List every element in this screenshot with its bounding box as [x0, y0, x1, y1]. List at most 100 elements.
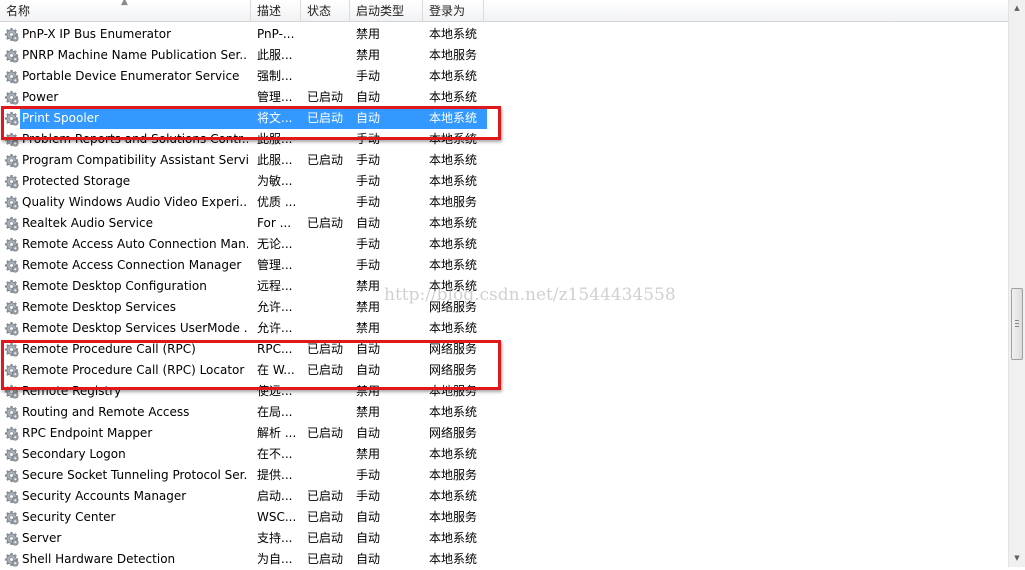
service-name: Remote Procedure Call (RPC): [22, 342, 196, 356]
vertical-scrollbar[interactable]: ▲ ▼: [1008, 0, 1025, 567]
service-row[interactable]: PNRP Machine Name Publication Ser... 此服..…: [0, 45, 1008, 66]
service-startup-type: 自动: [356, 510, 381, 524]
service-description: 优质 ...: [257, 195, 297, 209]
service-row[interactable]: Remote Access Auto Connection Man... 无论..…: [0, 234, 1008, 255]
service-row[interactable]: Portable Device Enumerator Service 强制... 手…: [0, 66, 1008, 87]
service-description: For ...: [257, 216, 292, 230]
gear-icon: [4, 27, 19, 42]
service-logon-as: 本地系统: [429, 405, 478, 419]
service-name: Remote Desktop Services: [22, 300, 177, 314]
column-header-logon-as[interactable]: 登录为: [423, 0, 484, 21]
service-description: 支持...: [257, 531, 293, 545]
service-logon-as: 网络服务: [429, 342, 478, 356]
service-startup-type: 禁用: [356, 27, 381, 41]
service-status: [307, 24, 353, 45]
service-description: 为敏...: [257, 174, 293, 188]
gear-icon: [4, 132, 19, 147]
watermark: http://blog.csdn.net/z1544434558: [384, 285, 676, 305]
service-row[interactable]: Remote Desktop Services UserMode ... 允许..…: [0, 318, 1008, 339]
service-row[interactable]: Remote Access Connection Manager 管理... 手动 本…: [0, 255, 1008, 276]
service-row[interactable]: Print Spooler 将文... 已启动 自动 本地系统: [0, 108, 1008, 129]
service-row[interactable]: Secure Socket Tunneling Protocol Ser... 提…: [0, 465, 1008, 486]
column-header-name[interactable]: 名称 ▲: [0, 0, 251, 21]
gear-icon: [4, 300, 19, 315]
service-description: 在不...: [257, 447, 293, 461]
service-name: Security Center: [22, 510, 116, 524]
service-description: 解析 ...: [257, 426, 297, 440]
service-row[interactable]: Server 支持... 已启动 自动 本地系统: [0, 528, 1008, 549]
gear-icon: [4, 489, 19, 504]
service-description: 远程...: [257, 279, 293, 293]
service-description: 在局...: [257, 405, 293, 419]
service-row[interactable]: Remote Procedure Call (RPC) RPC... 已启动 自动 网络…: [0, 339, 1008, 360]
service-status: 已启动: [307, 363, 344, 377]
service-logon-as: 本地系统: [429, 258, 478, 272]
service-logon-as: 本地系统: [429, 216, 478, 230]
service-row[interactable]: Routing and Remote Access 在局... 禁用 本地系统: [0, 402, 1008, 423]
service-row[interactable]: PnP-X IP Bus Enumerator PnP-... 禁用 本地系统: [0, 24, 1008, 45]
service-description: PnP-...: [257, 27, 295, 41]
service-name: Problem Reports and Solutions Contr...: [22, 132, 248, 146]
service-row[interactable]: Protected Storage 为敏... 手动 本地系统: [0, 171, 1008, 192]
gear-icon: [4, 111, 19, 126]
service-logon-as: 本地系统: [429, 531, 478, 545]
service-name: Realtek Audio Service: [22, 216, 153, 230]
service-startup-type: 手动: [356, 258, 381, 272]
service-row[interactable]: Program Compatibility Assistant Servi...…: [0, 150, 1008, 171]
gear-icon: [4, 237, 19, 252]
scrollbar-thumb[interactable]: [1011, 288, 1023, 360]
service-name: Power: [22, 90, 59, 104]
service-status: 已启动: [307, 489, 344, 503]
service-status: [307, 66, 353, 87]
service-row[interactable]: Realtek Audio Service For ... 已启动 自动 本地系统: [0, 213, 1008, 234]
service-logon-as: 本地服务: [429, 468, 478, 482]
service-startup-type: 手动: [356, 237, 381, 251]
service-logon-as: 本地系统: [429, 90, 478, 104]
service-description: WSC...: [257, 510, 297, 524]
service-description: 在 W...: [257, 363, 295, 377]
service-description: 此服...: [257, 132, 293, 146]
service-name: Print Spooler: [22, 111, 99, 125]
gear-icon: [4, 90, 19, 105]
service-row[interactable]: Problem Reports and Solutions Contr... 此服…: [0, 129, 1008, 150]
service-status: [307, 192, 353, 213]
service-status: 已启动: [307, 216, 344, 230]
service-row[interactable]: RPC Endpoint Mapper 解析 ... 已启动 自动 网络服务: [0, 423, 1008, 444]
service-description: 将文...: [257, 111, 293, 125]
scroll-down-arrow-icon[interactable]: ▼: [1009, 550, 1025, 567]
service-row[interactable]: Security Accounts Manager 启动... 已启动 手动 本地系统: [0, 486, 1008, 507]
gear-icon: [4, 258, 19, 273]
service-name: Program Compatibility Assistant Servi...: [22, 153, 248, 167]
column-header-status[interactable]: 状态: [301, 0, 350, 21]
service-description: 无论...: [257, 237, 293, 251]
service-logon-as: 本地系统: [429, 447, 478, 461]
gear-icon: [4, 447, 19, 462]
service-row[interactable]: Quality Windows Audio Video Experi... 优质 …: [0, 192, 1008, 213]
gear-icon: [4, 405, 19, 420]
service-startup-type: 自动: [356, 531, 381, 545]
service-row[interactable]: Security Center WSC... 已启动 自动 本地服务: [0, 507, 1008, 528]
service-logon-as: 本地系统: [429, 174, 478, 188]
service-row[interactable]: Remote Registry 使远... 禁用 本地服务: [0, 381, 1008, 402]
gear-icon: [4, 552, 19, 567]
service-status: 已启动: [307, 510, 344, 524]
service-name: Remote Access Auto Connection Man...: [22, 237, 248, 251]
service-startup-type: 自动: [356, 342, 381, 356]
column-header-startup-type[interactable]: 启动类型: [350, 0, 423, 21]
service-status: 已启动: [307, 531, 344, 545]
service-startup-type: 手动: [356, 468, 381, 482]
service-description: 允许...: [257, 321, 293, 335]
service-name: Protected Storage: [22, 174, 131, 188]
service-row[interactable]: Remote Procedure Call (RPC) Locator 在 W..…: [0, 360, 1008, 381]
service-row[interactable]: Power 管理... 已启动 自动 本地系统: [0, 87, 1008, 108]
column-header-desc[interactable]: 描述: [251, 0, 301, 21]
service-description: 启动...: [257, 489, 293, 503]
scroll-up-arrow-icon[interactable]: ▲: [1009, 0, 1025, 17]
service-logon-as: 本地系统: [429, 321, 478, 335]
service-row[interactable]: Secondary Logon 在不... 禁用 本地系统: [0, 444, 1008, 465]
service-description: 管理...: [257, 258, 293, 272]
service-startup-type: 手动: [356, 174, 381, 188]
service-name: PNRP Machine Name Publication Ser...: [22, 48, 248, 62]
service-logon-as: 本地系统: [429, 69, 478, 83]
service-startup-type: 自动: [356, 363, 381, 377]
